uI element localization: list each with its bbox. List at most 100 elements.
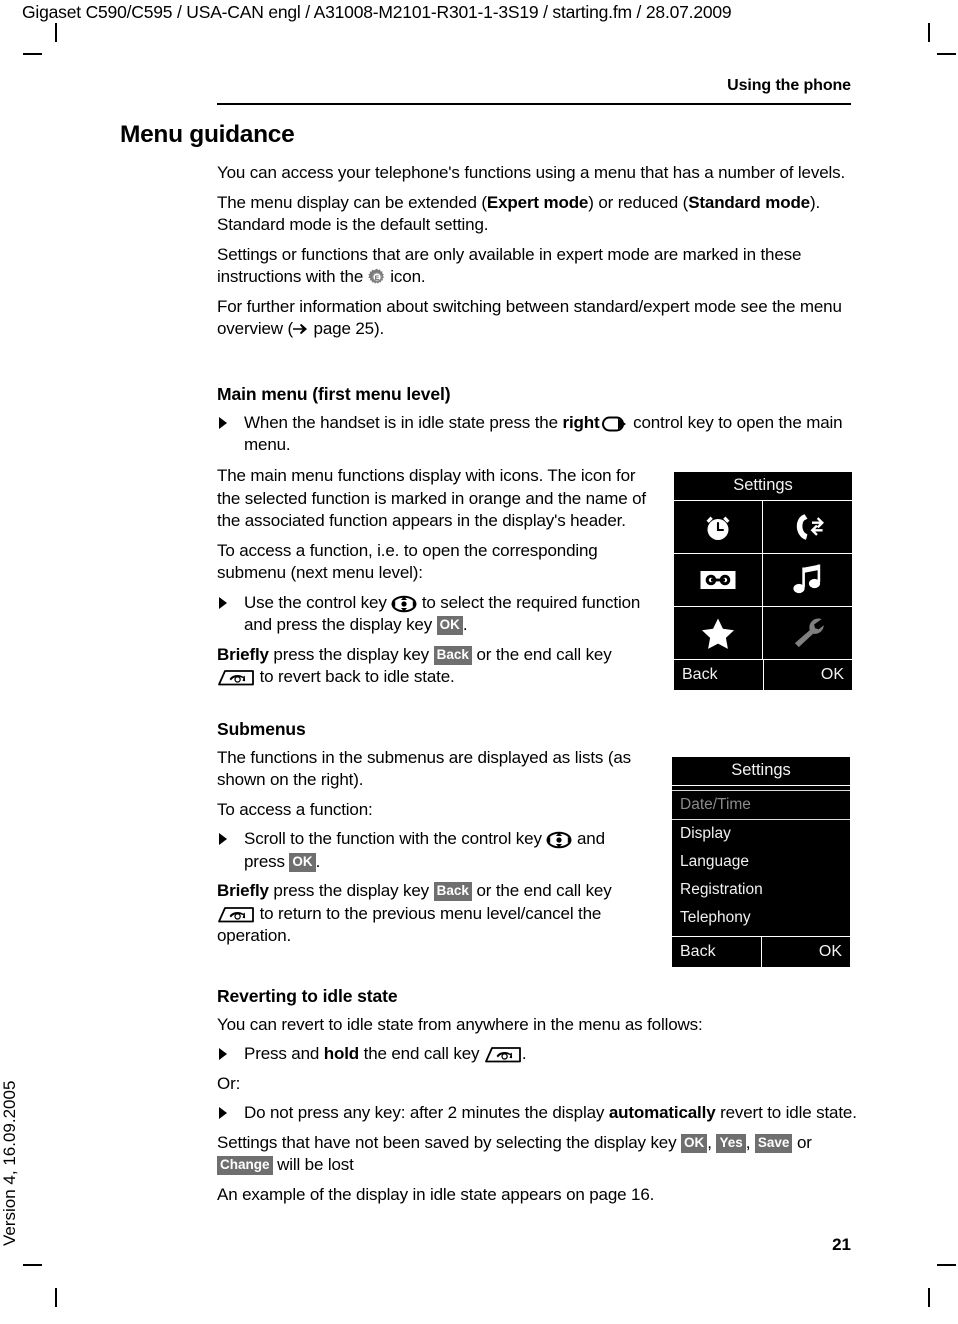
menu-cell-audio[interactable] (763, 554, 852, 607)
main-menu-briefly: Briefly (217, 644, 269, 664)
intro-paragraph-3: Settings or functions that are only avai… (217, 244, 857, 289)
list-item-label: Date/Time (680, 796, 751, 813)
wrench-icon (791, 617, 825, 649)
reverting-paragraph-2: Settings that have not been saved by sel… (217, 1132, 857, 1177)
menu-cell-answering-machine[interactable] (674, 554, 763, 607)
crop-mark-top-right-vertical (928, 23, 930, 42)
menu-cell-settings[interactable] (763, 607, 852, 660)
phone-display-main-menu: Settings Back OK (674, 472, 852, 690)
main-menu-section: Main menu (first menu level) When the ha… (217, 383, 857, 464)
list-item-telephony[interactable]: Telephony (672, 904, 850, 932)
arrow-right-icon (292, 322, 309, 336)
list-item-date-time[interactable]: Date/Time (672, 790, 850, 820)
crop-mark-bottom-right-vertical (928, 1288, 930, 1307)
reverting-sep2: , (745, 1132, 755, 1152)
main-menu-paragraph-2: To access a function, i.e. to open the c… (217, 540, 598, 583)
intro-p3-a: Settings or functions that are only avai… (217, 244, 802, 287)
bullet-triangle-icon (219, 1048, 227, 1060)
main-menu-paragraph-3: Briefly press the display key Back or th… (217, 644, 647, 689)
display-key-back[interactable]: Back (433, 882, 472, 901)
crop-mark-top-left-horizontal (23, 53, 42, 55)
music-note-icon (792, 564, 823, 597)
list-item-registration[interactable]: Registration (672, 876, 850, 904)
softkey-back[interactable]: Back (674, 660, 764, 690)
list-item-label: Display (680, 825, 731, 842)
display-main-softkeys: Back OK (674, 660, 852, 690)
bullet-triangle-icon (219, 833, 227, 845)
list-item-label: Language (680, 853, 749, 870)
reverting-sep1: , (707, 1132, 717, 1152)
expert-mode-gear-icon: E (367, 268, 386, 286)
display-sub-title: Settings (672, 757, 850, 786)
submenus-paragraph-1: The functions in the submenus are displa… (217, 747, 631, 790)
submenus-briefly: Briefly (217, 881, 269, 900)
menu-cell-additional-features[interactable] (674, 607, 763, 660)
intro-paragraph-4: For further information about switching … (217, 296, 857, 341)
display-key-back[interactable]: Back (433, 645, 472, 665)
end-call-key-icon (217, 905, 255, 924)
main-menu-bullet-right-word: right (562, 412, 600, 432)
submenus-bullet-1: Scroll to the function with the control … (217, 828, 647, 873)
intro-p2-standard-mode: Standard mode (688, 192, 810, 212)
list-item-label: Registration (680, 881, 763, 898)
reverting-bullet1-a: Press and (244, 1044, 324, 1063)
display-key-ok[interactable]: OK (681, 1133, 708, 1153)
display-key-save[interactable]: Save (754, 1133, 793, 1153)
list-item-display[interactable]: Display (672, 820, 850, 848)
intro-paragraph-2: The menu display can be extended (Expert… (217, 192, 857, 237)
main-menu-bullet-2-a: Use the control key (244, 592, 392, 612)
crop-mark-bottom-right-horizontal (937, 1264, 956, 1266)
menu-cell-alarm-clock[interactable] (674, 501, 763, 554)
main-menu-bullet-2: Use the control key to select the requir… (217, 592, 647, 637)
submenus-paragraph-2: To access a function: (217, 799, 373, 819)
crop-mark-top-right-horizontal (937, 53, 956, 55)
intro-p2-c: ) or reduced ( (588, 192, 689, 212)
menu-cell-call-forwarding[interactable] (763, 501, 852, 554)
crop-mark-bottom-left-vertical (55, 1288, 57, 1307)
reverting-bullet2-a: Do not press any key: after 2 minutes th… (244, 1103, 609, 1122)
reverting-bullet2-c: revert to idle state. (715, 1103, 857, 1122)
submenus-p3-c: or the end call key (471, 881, 612, 900)
reverting-automatically-word: automatically (608, 1103, 716, 1122)
intro-paragraph-1: You can access your telephone's function… (217, 163, 846, 182)
display-key-change[interactable]: Change (217, 1156, 273, 1175)
intro-p3-b: icon. (385, 267, 426, 286)
display-main-title: Settings (674, 472, 852, 501)
reverting-paragraph-1: You can revert to idle state from anywhe… (217, 1014, 703, 1034)
intro-block: You can access your telephone's function… (217, 162, 857, 348)
control-key-4way-icon (391, 595, 417, 613)
phone-display-submenu: Settings Date/Time Display Language Regi… (672, 757, 850, 967)
running-head: Using the phone (727, 77, 851, 94)
display-key-ok[interactable]: OK (436, 616, 463, 635)
softkey-back[interactable]: Back (672, 937, 762, 967)
main-menu-bullet-1-a: When the handset is in idle state press … (244, 412, 563, 432)
main-menu-body: The main menu functions display with ico… (217, 465, 647, 696)
main-menu-bullet-1: When the handset is in idle state press … (217, 412, 857, 457)
softkey-ok[interactable]: OK (764, 660, 853, 690)
intro-p4-b: page 25). (308, 319, 385, 338)
softkey-ok[interactable]: OK (762, 937, 851, 967)
submenus-section: Submenus The functions in the submenus a… (217, 718, 647, 955)
list-item-language[interactable]: Language (672, 848, 850, 876)
reverting-section: Reverting to idle state You can revert t… (217, 985, 857, 1213)
crop-mark-bottom-left-horizontal (23, 1264, 42, 1266)
svg-text:E: E (375, 275, 380, 282)
crop-mark-top-left-vertical (55, 23, 57, 42)
display-sub-softkeys: Back OK (672, 936, 850, 967)
star-icon (701, 617, 735, 650)
main-menu-bullet-2-c: . (462, 615, 468, 634)
submenus-bullet-a: Scroll to the function with the control … (244, 829, 547, 848)
control-key-right-icon (601, 415, 627, 433)
end-call-key-icon (484, 1045, 522, 1064)
submenus-p3-d: to return to the previous menu level/can… (217, 903, 602, 946)
main-menu-p3-c: or the end call key (471, 644, 612, 664)
bullet-triangle-icon (219, 596, 227, 609)
display-key-yes[interactable]: Yes (716, 1133, 746, 1153)
answering-machine-icon (699, 568, 737, 592)
reverting-or: Or: (217, 1073, 241, 1093)
reverting-bullet-1: Press and hold the end call key . (217, 1043, 857, 1066)
display-key-ok[interactable]: OK (289, 852, 316, 872)
submenus-p3-b: press the display key (268, 881, 434, 900)
submenus-paragraph-3: Briefly press the display key Back or th… (217, 880, 647, 948)
main-menu-p3-d: to revert back to idle state. (255, 667, 455, 686)
